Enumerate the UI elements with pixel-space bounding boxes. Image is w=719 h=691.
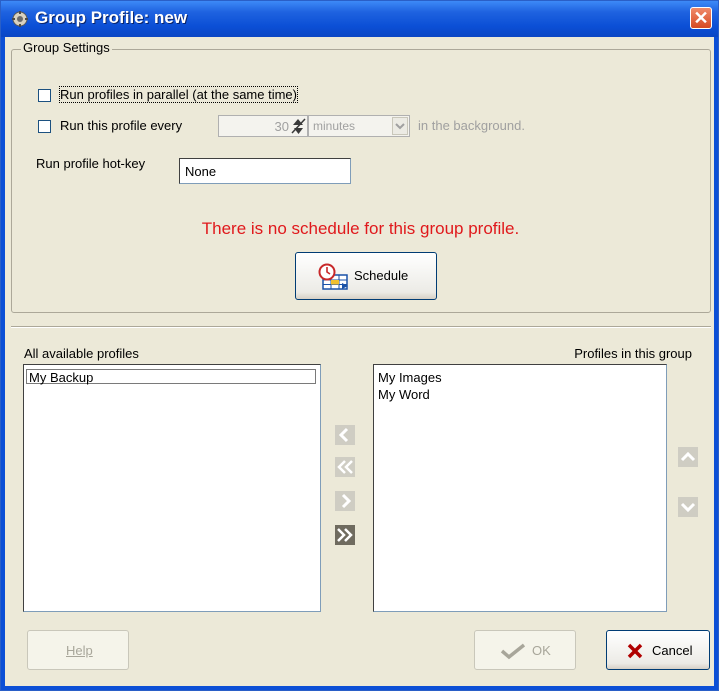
help-button[interactable]: Help	[27, 630, 129, 670]
title-bar[interactable]: Group Profile: new ✕	[1, 1, 718, 37]
available-profiles-header: All available profiles	[24, 346, 139, 361]
group-profiles-list[interactable]: My Images My Word	[373, 364, 667, 612]
spinner-arrows-icon[interactable]	[291, 117, 306, 135]
move-all-left-button[interactable]	[335, 457, 355, 477]
close-x-icon	[627, 643, 643, 659]
run-every-label[interactable]: Run this profile every	[60, 118, 182, 133]
window-frame-left	[1, 37, 5, 688]
close-button[interactable]: ✕	[690, 7, 712, 29]
ok-button-label: OK	[532, 643, 551, 658]
group-list-item[interactable]: My Word	[378, 387, 430, 402]
available-item-label: My Backup	[29, 370, 94, 385]
section-divider	[11, 326, 711, 328]
double-chevron-left-icon	[337, 460, 353, 474]
group-profiles-header: Profiles in this group	[574, 346, 692, 361]
window-frame-right	[714, 37, 718, 688]
double-chevron-right-icon	[337, 528, 353, 542]
chevron-down-icon	[680, 502, 696, 513]
group-list-item[interactable]: My Images	[378, 370, 442, 385]
help-button-label: Help	[66, 643, 93, 658]
interval-suffix: in the background.	[418, 118, 525, 133]
app-icon	[12, 11, 28, 27]
close-icon: ✕	[693, 8, 709, 28]
dropdown-arrow[interactable]	[392, 117, 408, 135]
group-item-label: My Images	[378, 370, 442, 385]
interval-value: 30	[274, 119, 289, 134]
cancel-button-label: Cancel	[652, 643, 693, 658]
available-list-item[interactable]: My Backup	[26, 369, 316, 385]
chevron-right-icon	[341, 493, 352, 509]
window-frame-bottom	[1, 686, 718, 690]
ok-button[interactable]: OK	[474, 630, 576, 670]
run-parallel-label[interactable]: Run profiles in parallel (at the same ti…	[59, 86, 298, 103]
schedule-status-message: There is no schedule for this group prof…	[201, 219, 520, 238]
move-all-right-button[interactable]	[335, 525, 355, 545]
checkmark-icon	[500, 643, 526, 660]
cancel-button[interactable]: Cancel	[606, 630, 710, 670]
run-every-checkbox[interactable]	[38, 120, 51, 133]
schedule-button-label: Schedule	[354, 268, 409, 283]
run-parallel-checkbox[interactable]	[38, 89, 51, 102]
interval-spinner[interactable]: 30	[218, 115, 308, 137]
window-title: Group Profile: new	[35, 8, 188, 27]
calendar-clock-icon	[318, 263, 348, 290]
interval-unit-value: minutes	[313, 119, 356, 133]
move-right-button[interactable]	[335, 491, 355, 511]
schedule-button[interactable]: Schedule	[295, 252, 437, 300]
group-settings-legend: Group Settings	[21, 40, 112, 55]
available-profiles-list[interactable]: My Backup	[23, 364, 321, 612]
move-up-button[interactable]	[678, 447, 698, 467]
group-profile-dialog: Group Profile: new ✕ Group Settings Run …	[0, 0, 719, 691]
hotkey-label: Run profile hot-key	[36, 156, 146, 171]
chevron-left-icon	[338, 427, 349, 443]
move-left-button[interactable]	[335, 425, 355, 445]
group-item-label: My Word	[378, 387, 430, 402]
hotkey-value: None	[185, 164, 217, 179]
hotkey-input[interactable]: None	[179, 158, 351, 184]
move-down-button[interactable]	[678, 497, 698, 517]
chevron-down-icon	[395, 123, 405, 130]
chevron-up-icon	[680, 451, 696, 462]
interval-unit-select[interactable]: minutes	[308, 115, 410, 137]
